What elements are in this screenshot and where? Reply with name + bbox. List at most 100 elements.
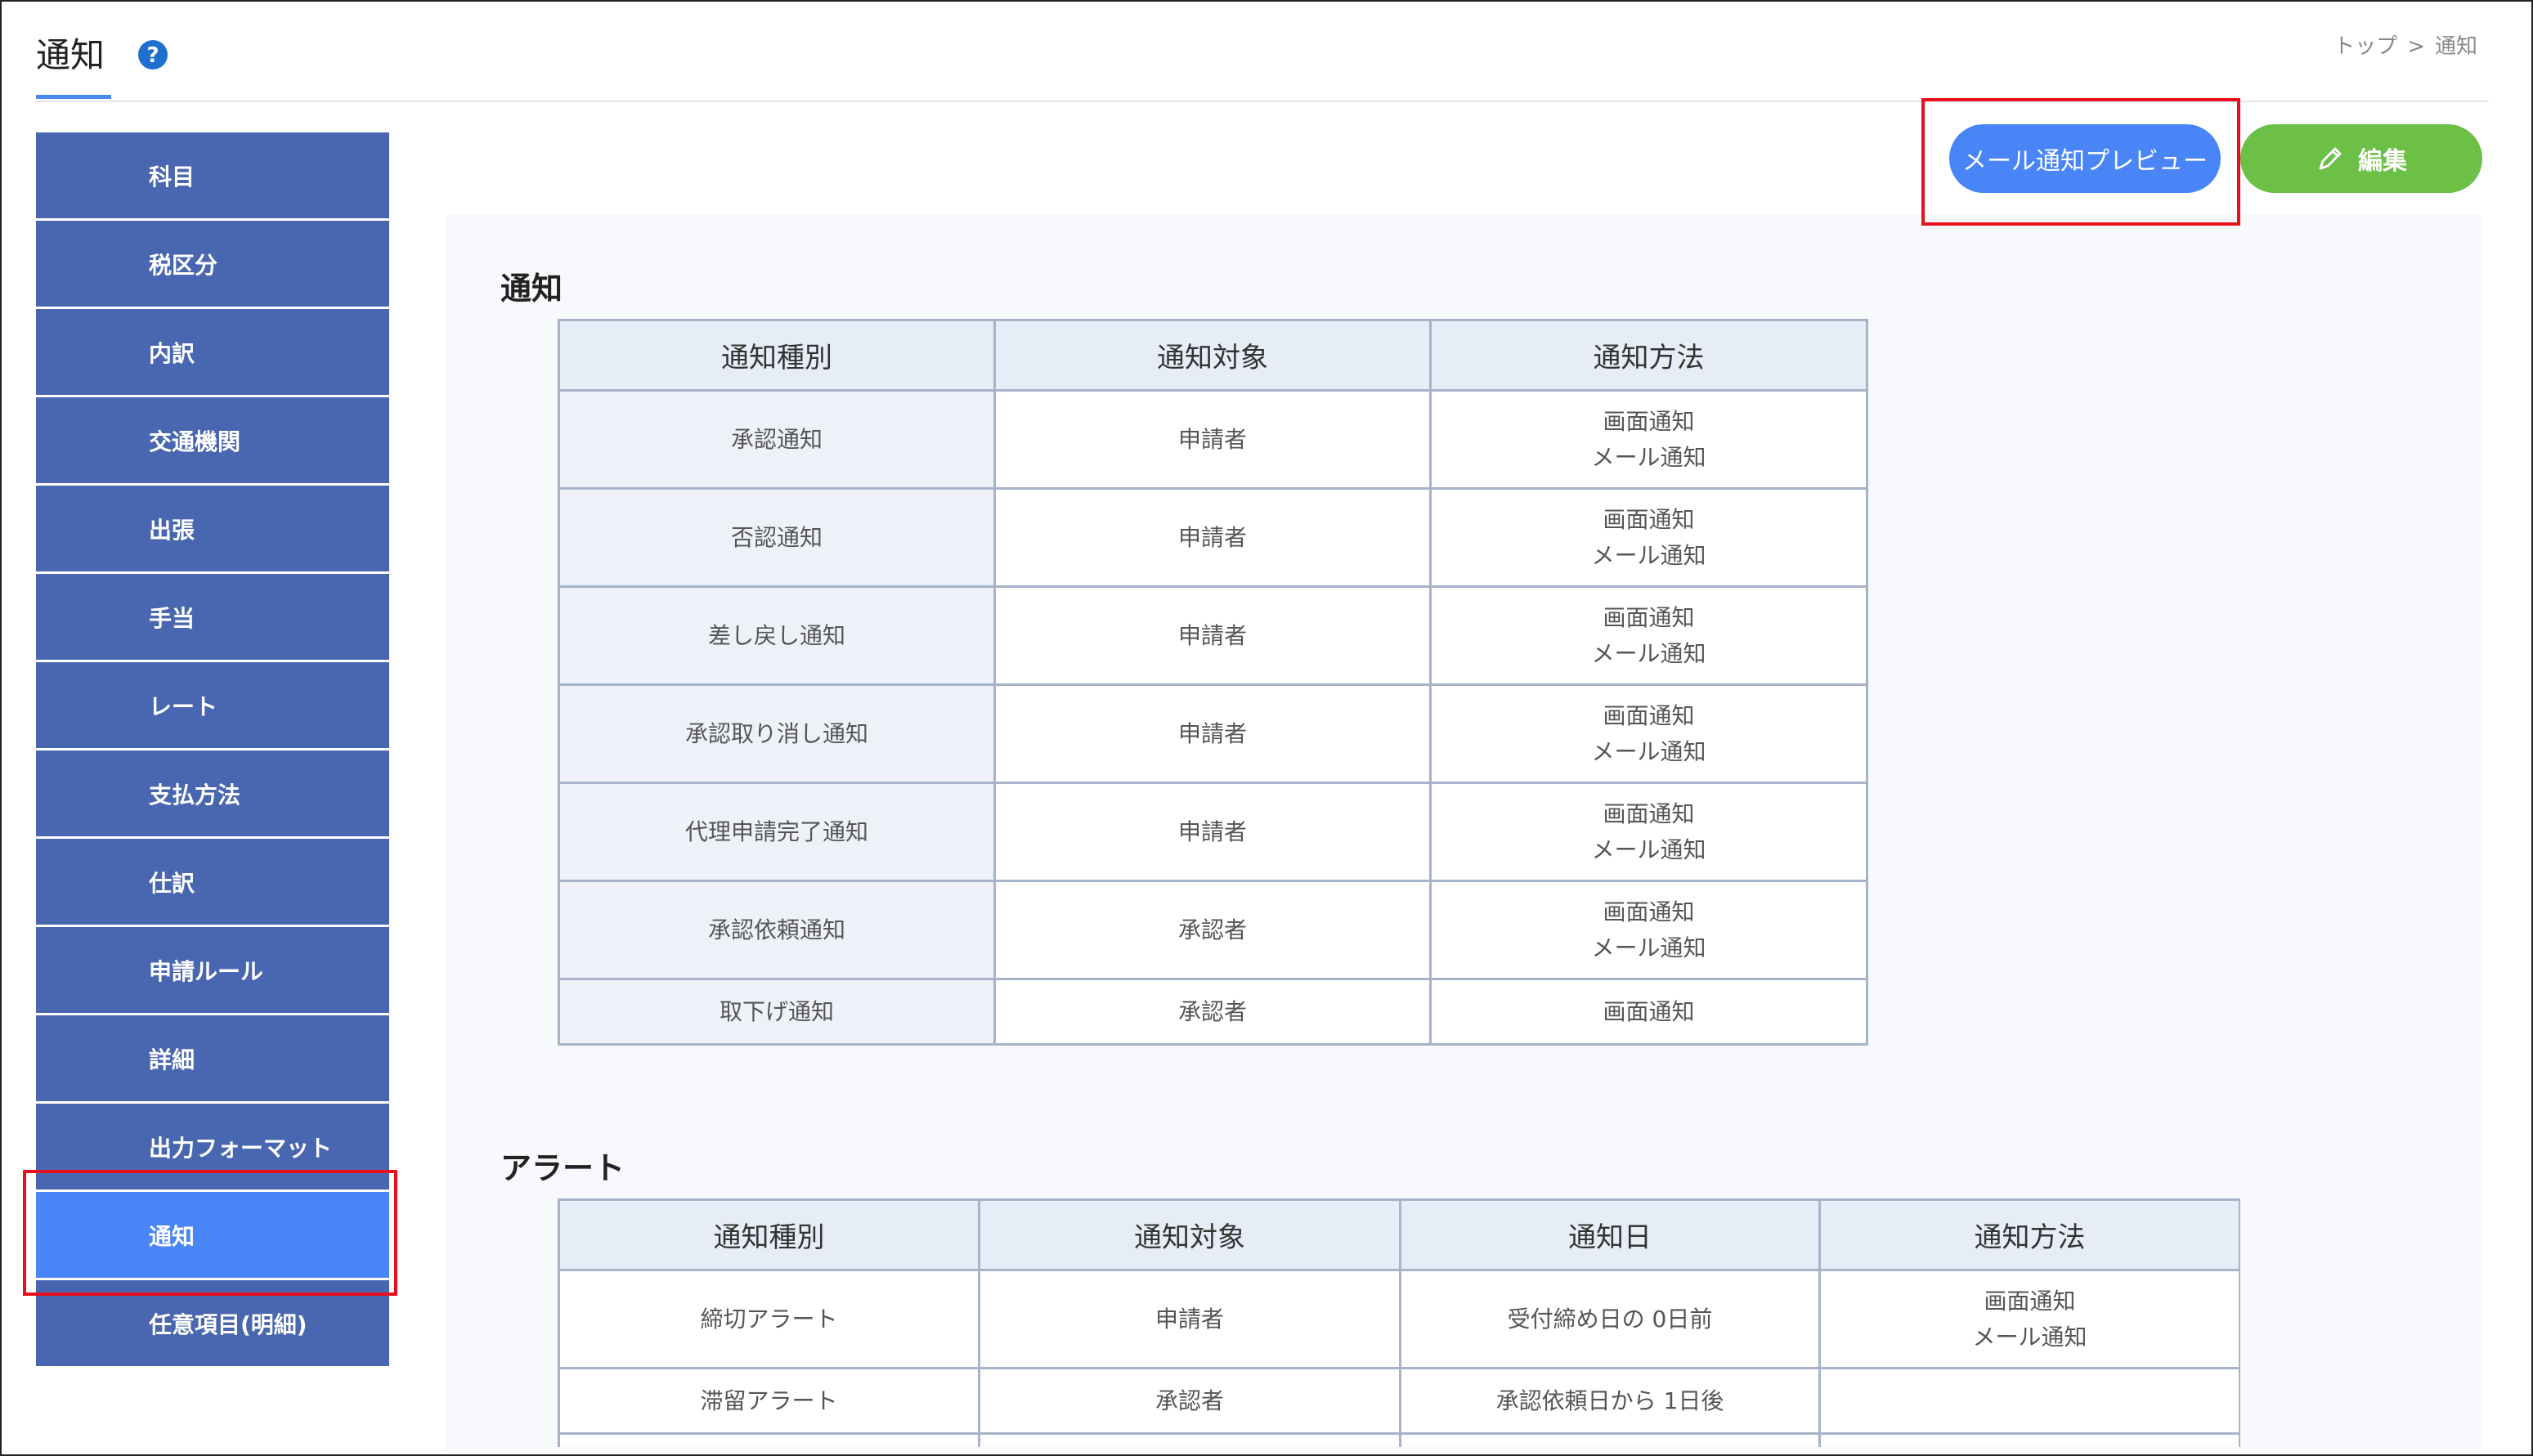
- svg-text:?: ?: [146, 43, 159, 68]
- notification-section-title: 通知: [500, 271, 563, 307]
- notification-type-cell: 承認取り消し通知: [558, 683, 996, 784]
- notification-type-cell: 承認依頼通知: [558, 880, 996, 980]
- sidebar-item-label: 申請ルール: [149, 957, 264, 985]
- notification-target-cell: 申請者: [993, 487, 1432, 588]
- highlight-box-preview: [1921, 98, 2240, 226]
- method-line: 画面通知: [1984, 1287, 2076, 1315]
- alert-target-cell: 申請者: [978, 1269, 1401, 1369]
- table-header-row: 通知種別 通知対象 通知日 通知方法: [558, 1198, 2240, 1271]
- method-line: メール通知: [1591, 443, 1706, 471]
- method-line: 画面通知: [1603, 800, 1695, 827]
- highlight-box-sidebar: [23, 1170, 397, 1296]
- alert-table-container: 通知種別 通知対象 通知日 通知方法 締切アラート 申請者 受付締め日の 0日前…: [558, 1198, 2240, 1447]
- notification-target-cell: 承認者: [993, 880, 1432, 980]
- edit-button-label: 編集: [2358, 147, 2407, 176]
- header-notification-method: 通知方法: [1429, 319, 1868, 392]
- sidebar-item-application-rules[interactable]: 申請ルール: [36, 927, 389, 1013]
- header-alert-method: 通知方法: [1818, 1198, 2240, 1271]
- sidebar-item-label: 出力フォーマット: [149, 1134, 333, 1162]
- method-line: メール通知: [1591, 934, 1706, 961]
- table-row: 否認通知 申請者 画面通知メール通知: [558, 487, 1868, 588]
- sidebar-item-label: 詳細: [149, 1046, 195, 1073]
- notification-target-cell: 申請者: [993, 389, 1432, 490]
- method-line: メール通知: [1591, 836, 1706, 863]
- alert-target-cell: 承認者: [978, 1367, 1401, 1435]
- sidebar-item-label: 交通機関: [149, 428, 241, 455]
- sidebar-item-label: 内訳: [149, 339, 195, 367]
- sidebar-item-transportation[interactable]: 交通機関: [36, 397, 389, 483]
- sidebar-item-breakdown[interactable]: 内訳: [36, 309, 389, 395]
- notification-method-cell: 画面通知: [1429, 978, 1868, 1046]
- notification-type-cell: 差し戻し通知: [558, 585, 996, 686]
- notification-method-cell: 画面通知 メール通知: [1429, 782, 1868, 882]
- sidebar-item-label: 税区分: [149, 251, 218, 279]
- alert-type-cell: 締切アラート: [558, 1269, 980, 1369]
- notification-method-cell: 画面通知 メール通知: [1429, 880, 1868, 980]
- page-title: 通知: [36, 35, 105, 75]
- alert-section-title: アラート: [500, 1150, 625, 1186]
- sidebar-item-label: 支払方法: [149, 781, 241, 809]
- notification-type-cell: 取下げ通知: [558, 978, 996, 1046]
- alert-date-cell: 受付締め日の 0日前: [1399, 1269, 1821, 1369]
- notification-method-cell: 画面通知 メール通知: [1429, 585, 1868, 686]
- breadcrumb-home-link[interactable]: トップ: [2333, 34, 2397, 59]
- method-line: 画面通知: [1603, 407, 1695, 435]
- method-line: 画面通知: [1603, 701, 1695, 729]
- notification-table: 通知種別 通知対象 通知方法 承認通知 申請者 画面通知 メール通知 否認通知 申…: [558, 319, 1868, 1046]
- table-row: 承認取り消し通知 申請者 画面通知メール通知: [558, 683, 1868, 784]
- sidebar-item-payment-method[interactable]: 支払方法: [36, 750, 389, 836]
- edit-button[interactable]: 編集: [2240, 124, 2482, 193]
- breadcrumb: トップ > 通知: [2329, 29, 2482, 60]
- header-notification-target: 通知対象: [993, 319, 1432, 392]
- sidebar-item-rate[interactable]: レート: [36, 662, 389, 748]
- notification-method-cell: 画面通知 メール通知: [1429, 487, 1868, 588]
- sidebar-item-label: 任意項目(明細): [149, 1310, 307, 1338]
- table-row: 承認通知 申請者 画面通知メール通知: [558, 389, 1868, 490]
- notification-target-cell: 承認者: [993, 978, 1432, 1046]
- header-alert-date: 通知日: [1399, 1198, 1821, 1271]
- pencil-icon: [2319, 147, 2342, 170]
- notification-method-cell: 画面通知 メール通知: [1429, 683, 1868, 784]
- notification-target-cell: 申請者: [993, 683, 1432, 784]
- method-line: メール通知: [1591, 737, 1706, 765]
- alert-method-cell: [1818, 1367, 2240, 1435]
- alert-table: 通知種別 通知対象 通知日 通知方法 締切アラート 申請者 受付締め日の 0日前…: [558, 1198, 2240, 1447]
- alert-method-cell: 画面通知 メール通知: [1818, 1269, 2240, 1369]
- sidebar-item-subjects[interactable]: 科目: [36, 132, 389, 218]
- sidebar-item-business-trip[interactable]: 出張: [36, 486, 389, 571]
- sidebar-item-label: 手当: [149, 604, 195, 632]
- table-row: 滞留アラート 承認者 承認依頼日から 1日後: [558, 1367, 2240, 1435]
- method-line: メール通知: [1591, 541, 1706, 569]
- notification-type-cell: 代理申請完了通知: [558, 782, 996, 882]
- table-row: [558, 1432, 2240, 1447]
- table-row: 差し戻し通知 申請者 画面通知メール通知: [558, 585, 1868, 686]
- method-line: 画面通知: [1603, 898, 1695, 925]
- method-line: 画面通知: [1603, 505, 1695, 533]
- method-line: メール通知: [1972, 1323, 2087, 1351]
- sidebar-item-label: 仕訳: [149, 869, 195, 897]
- sidebar-item-label: 科目: [149, 163, 195, 190]
- notification-type-cell: 否認通知: [558, 487, 996, 588]
- alert-type-cell: 滞留アラート: [558, 1367, 980, 1435]
- sidebar-item-tax-category[interactable]: 税区分: [36, 221, 389, 307]
- help-icon[interactable]: ?: [137, 39, 168, 70]
- method-line: メール通知: [1591, 639, 1706, 667]
- sidebar-item-journal[interactable]: 仕訳: [36, 839, 389, 925]
- table-header-row: 通知種別 通知対象 通知方法: [558, 319, 1868, 392]
- sidebar-item-details[interactable]: 詳細: [36, 1015, 389, 1101]
- header-alert-target: 通知対象: [978, 1198, 1401, 1271]
- table-row: 取下げ通知 承認者 画面通知: [558, 978, 1868, 1046]
- header-notification-type: 通知種別: [558, 319, 996, 392]
- notification-target-cell: 申請者: [993, 782, 1432, 882]
- sidebar-item-label: 出張: [149, 516, 195, 544]
- notification-target-cell: 申請者: [993, 585, 1432, 686]
- notification-type-cell: 承認通知: [558, 389, 996, 490]
- alert-date-cell: 承認依頼日から 1日後: [1399, 1367, 1821, 1435]
- sidebar-item-allowance[interactable]: 手当: [36, 574, 389, 660]
- table-row: 代理申請完了通知 申請者 画面通知メール通知: [558, 782, 1868, 882]
- page-title-underline: [36, 95, 111, 99]
- method-line: 画面通知: [1603, 603, 1695, 631]
- table-row: 締切アラート 申請者 受付締め日の 0日前 画面通知メール通知: [558, 1269, 2240, 1369]
- sidebar-item-label: レート: [149, 692, 218, 720]
- header-alert-type: 通知種別: [558, 1198, 980, 1271]
